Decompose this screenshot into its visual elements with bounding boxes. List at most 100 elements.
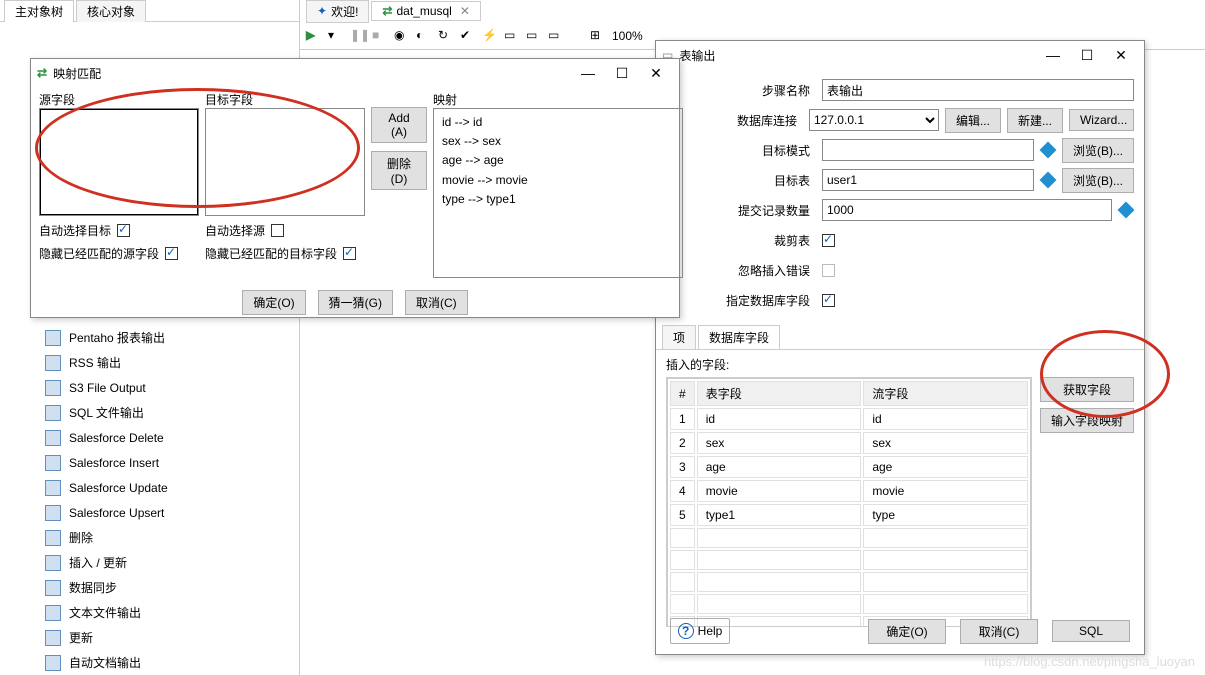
col-stream-field: 流字段 — [863, 381, 1028, 406]
pause-icon[interactable]: ❚❚ — [350, 28, 366, 44]
auto-select-target-checkbox[interactable] — [117, 224, 130, 237]
source-field-list[interactable] — [39, 108, 199, 216]
mapping-dialog: ⇄ 映射匹配 — ☐ ✕ 源字段 自动选择目标 隐藏已经匹配的源字段 目标字段 … — [30, 58, 680, 318]
mapping-row[interactable]: type --> type1 — [442, 190, 674, 209]
ok-button[interactable]: 确定(O) — [868, 619, 946, 644]
tab-main-tree[interactable]: 主对象树 — [4, 0, 74, 22]
fields-grid[interactable]: # 表字段 流字段 1idid 2sexsex 3ageage 4moviemo… — [667, 378, 1031, 627]
tree-item[interactable]: Salesforce Update — [35, 475, 168, 500]
connection-select[interactable]: 127.0.0.1 — [809, 109, 939, 131]
hide-matched-target-checkbox[interactable] — [343, 247, 356, 260]
sql-icon[interactable]: ▭ — [504, 28, 520, 44]
table-output-titlebar: ▭ 表输出 — ☐ ✕ — [656, 41, 1144, 69]
tree-item[interactable]: SQL 文件输出 — [35, 400, 168, 425]
tree-item[interactable]: Salesforce Upsert — [35, 500, 168, 525]
variable-icon[interactable] — [1118, 202, 1135, 219]
verify-icon[interactable]: ✔ — [460, 28, 476, 44]
impact-icon[interactable]: ⚡ — [482, 28, 498, 44]
maximize-button[interactable]: ☐ — [1070, 44, 1104, 66]
chevron-down-icon[interactable]: ▾ — [328, 28, 344, 44]
commit-input[interactable] — [822, 199, 1112, 221]
tree-item[interactable]: Salesforce Delete — [35, 425, 168, 450]
get-fields-button[interactable]: 获取字段 — [1040, 377, 1134, 402]
tree-item-label: 数据同步 — [69, 579, 117, 596]
hide-matched-source-checkbox[interactable] — [165, 247, 178, 260]
add-button[interactable]: Add (A) — [371, 107, 427, 143]
cancel-button[interactable]: 取消(C) — [960, 619, 1038, 644]
mapping-row[interactable]: movie --> movie — [442, 171, 674, 190]
tree-item[interactable]: S3 File Output — [35, 375, 168, 400]
preview-icon[interactable]: ◉ — [394, 28, 410, 44]
mapping-row[interactable]: age --> age — [442, 151, 674, 170]
step-name-input[interactable] — [822, 79, 1134, 101]
table-output-dialog: ▭ 表输出 — ☐ ✕ 步骤名称 数据库连接 127.0.0.1 编辑... 新… — [655, 40, 1145, 655]
cancel-button[interactable]: 取消(C) — [405, 290, 468, 315]
help-label: Help — [698, 624, 723, 638]
tree-item-label: 自动文档输出 — [69, 654, 141, 671]
specify-fields-checkbox[interactable] — [822, 294, 835, 307]
debug-icon[interactable]: ◐ — [416, 28, 432, 44]
maximize-button[interactable]: ☐ — [605, 62, 639, 84]
grid-icon[interactable]: ⊞ — [590, 28, 606, 44]
close-button[interactable]: ✕ — [1104, 44, 1138, 66]
schema-input[interactable] — [822, 139, 1034, 161]
delete-button[interactable]: 删除(D) — [371, 151, 427, 190]
explore-icon[interactable]: ▭ — [526, 28, 542, 44]
browse-table-button[interactable]: 浏览(B)... — [1062, 168, 1134, 193]
tree-item[interactable]: RSS 输出 — [35, 350, 168, 375]
ok-button[interactable]: 确定(O) — [242, 290, 305, 315]
close-tab-icon[interactable]: ✕ — [460, 4, 470, 18]
help-button[interactable]: ? Help — [670, 618, 730, 644]
file-icon — [45, 330, 61, 346]
tab-core-objects[interactable]: 核心对象 — [76, 0, 146, 22]
tree-item[interactable]: 数据同步 — [35, 575, 168, 600]
tree-item[interactable]: 文本文件输出 — [35, 600, 168, 625]
salesforce-icon — [45, 455, 61, 471]
tree-item-label: 更新 — [69, 629, 93, 646]
tree-item[interactable]: 更新 — [35, 625, 168, 650]
minimize-button[interactable]: — — [1036, 44, 1070, 66]
enter-mapping-button[interactable]: 输入字段映射 — [1040, 408, 1134, 433]
show-results-icon[interactable]: ▭ — [548, 28, 564, 44]
tree-item[interactable]: 删除 — [35, 525, 168, 550]
tab-main-options[interactable]: 项 — [662, 325, 696, 349]
mapping-list[interactable]: id --> id sex --> sex age --> age movie … — [433, 108, 683, 278]
tree-item[interactable]: Salesforce Insert — [35, 450, 168, 475]
browse-schema-button[interactable]: 浏览(B)... — [1062, 138, 1134, 163]
tab-label: 欢迎! — [331, 3, 358, 20]
tab-database-fields[interactable]: 数据库字段 — [698, 325, 780, 349]
tree-item-label: Salesforce Insert — [69, 456, 159, 470]
tab-welcome[interactable]: ✦欢迎! — [306, 0, 369, 23]
tree-item[interactable]: Pentaho 报表输出 — [35, 325, 168, 350]
new-connection-button[interactable]: 新建... — [1007, 108, 1063, 133]
zoom-value[interactable]: 100% — [612, 29, 643, 43]
close-button[interactable]: ✕ — [639, 62, 673, 84]
connection-label: 数据库连接 — [666, 112, 803, 129]
guess-button[interactable]: 猜一猜(G) — [318, 290, 393, 315]
truncate-checkbox[interactable] — [822, 234, 835, 247]
minimize-button[interactable]: — — [571, 62, 605, 84]
variable-icon[interactable] — [1040, 142, 1057, 159]
auto-doc-icon — [45, 655, 61, 671]
stop-icon[interactable]: ■ — [372, 28, 388, 44]
tree-item[interactable]: 自动文档输出 — [35, 650, 168, 675]
mapping-row[interactable]: id --> id — [442, 113, 674, 132]
tree-item[interactable]: 插入 / 更新 — [35, 550, 168, 575]
play-icon[interactable]: ▶ — [306, 28, 322, 44]
edit-connection-button[interactable]: 编辑... — [945, 108, 1001, 133]
variable-icon[interactable] — [1040, 172, 1057, 189]
target-field-list[interactable] — [205, 108, 365, 216]
auto-select-source-checkbox[interactable] — [271, 224, 284, 237]
replay-icon[interactable]: ↻ — [438, 28, 454, 44]
sql-button[interactable]: SQL — [1052, 620, 1130, 642]
tab-label: 项 — [673, 331, 685, 345]
schema-label: 目标模式 — [666, 142, 816, 159]
tab-label: dat_musql — [396, 4, 451, 18]
ignore-errors-checkbox — [822, 264, 835, 277]
delete-icon — [45, 530, 61, 546]
wizard-button[interactable]: Wizard... — [1069, 109, 1134, 131]
tab-file[interactable]: ⇄dat_musql ✕ — [371, 1, 481, 21]
mapping-row[interactable]: sex --> sex — [442, 132, 674, 151]
table-input[interactable] — [822, 169, 1034, 191]
ignore-errors-label: 忽略插入错误 — [666, 262, 816, 279]
